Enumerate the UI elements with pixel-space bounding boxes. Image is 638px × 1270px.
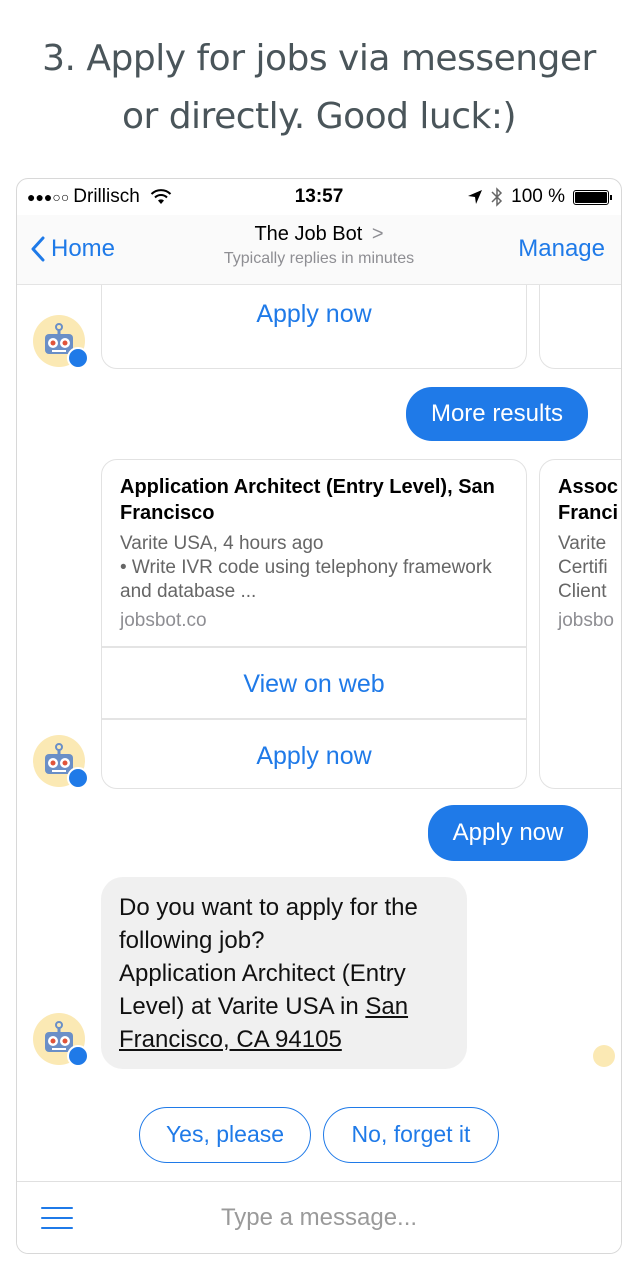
peek-meta-1: Varite xyxy=(558,533,607,554)
job-card-previous: Apply now xyxy=(101,285,527,369)
card-divider xyxy=(102,718,526,720)
job-company-time: Varite USA, 4 hours ago xyxy=(120,533,324,554)
bot-message-bubble: Do you want to apply for the following j… xyxy=(101,877,467,1069)
job-title: Application Architect (Entry Level), San… xyxy=(120,476,495,524)
bot-avatar xyxy=(33,735,89,789)
view-on-web-button[interactable]: View on web xyxy=(102,670,526,699)
phone-screen: ●●●○○ Drillisch 13:57 100 % Home The Job… xyxy=(16,178,622,1254)
battery-percent: 100 % xyxy=(511,186,565,207)
location-arrow-icon xyxy=(468,190,483,204)
manage-button[interactable]: Manage xyxy=(518,235,605,263)
bot-avatar xyxy=(33,315,89,369)
user-message-more-results: More results xyxy=(406,387,588,441)
message-composer: Type a message... xyxy=(17,1181,621,1253)
status-right: 100 % xyxy=(467,186,612,208)
bot-message-line: Level) at Varite USA in San xyxy=(119,993,409,1020)
page-headline: 3. Apply for jobs via messenger or direc… xyxy=(0,30,638,146)
job-description: • Write IVR code using telephony framewo… xyxy=(120,557,492,602)
job-card-previous-peek xyxy=(539,285,621,369)
headline-line-1: 3. Apply for jobs via messenger xyxy=(42,38,596,79)
battery-icon xyxy=(573,189,612,205)
job-source-link: jobsbot.co xyxy=(120,610,207,631)
bot-message-line: following job? xyxy=(119,927,265,954)
quick-reply-yes[interactable]: Yes, please xyxy=(139,1107,311,1163)
bot-avatar xyxy=(33,1013,89,1067)
message-input[interactable]: Type a message... xyxy=(17,1204,621,1232)
chat-thread[interactable]: Apply now More results Application Archi… xyxy=(17,285,621,1181)
messenger-badge-icon xyxy=(67,347,89,369)
card-divider xyxy=(102,646,526,648)
messenger-badge-icon xyxy=(67,767,89,789)
bluetooth-icon xyxy=(491,187,503,207)
status-bar: ●●●○○ Drillisch 13:57 100 % xyxy=(17,179,621,215)
peek-meta-2: Certifi xyxy=(558,557,608,578)
job-card-next-peek[interactable]: Assoc Franci Varite Certifi Client jobsb… xyxy=(539,459,621,789)
apply-now-button[interactable]: Apply now xyxy=(102,300,526,329)
peek-title: Assoc Franci xyxy=(558,476,619,524)
user-message-apply-now: Apply now xyxy=(428,805,588,861)
headline-line-2: or directly. Good luck:) xyxy=(121,96,517,137)
address-link[interactable]: San xyxy=(365,993,408,1020)
read-receipt-avatar-icon xyxy=(593,1045,615,1067)
job-card: Application Architect (Entry Level), San… xyxy=(101,459,527,789)
messenger-badge-icon xyxy=(67,1045,89,1067)
bot-message-line: Application Architect (Entry xyxy=(119,960,406,987)
chevron-right-icon: > xyxy=(371,223,384,245)
bot-message-line: Do you want to apply for the xyxy=(119,894,418,921)
quick-reply-no[interactable]: No, forget it xyxy=(323,1107,499,1163)
peek-link: jobsbo xyxy=(558,610,614,631)
navigation-bar: Home The Job Bot > Typically replies in … xyxy=(17,215,621,285)
apply-now-button[interactable]: Apply now xyxy=(102,742,526,771)
peek-meta-3: Client xyxy=(558,581,607,602)
address-link[interactable]: Francisco, CA 94105 xyxy=(119,1023,449,1056)
bot-name: The Job Bot xyxy=(254,223,363,245)
